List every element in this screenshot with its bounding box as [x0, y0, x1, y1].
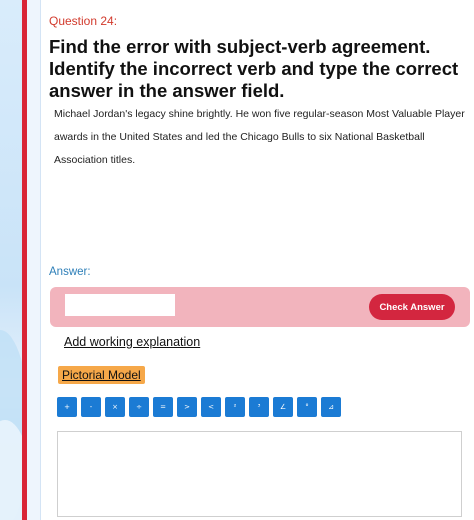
answer-panel: Check Answer	[50, 287, 470, 327]
side-margin	[27, 0, 41, 520]
answer-input[interactable]	[65, 294, 175, 316]
question-card: Question 24: Find the error with subject…	[42, 0, 474, 520]
squared-symbol-button[interactable]: ²	[225, 397, 245, 417]
angle-symbol-button[interactable]: ∠	[273, 397, 293, 417]
question-body: Michael Jordan's legacy shine brightly. …	[54, 108, 465, 166]
plus-symbol-button[interactable]: +	[57, 397, 77, 417]
question-number: Question 24:	[49, 14, 118, 28]
multiply-symbol-button[interactable]: ×	[105, 397, 125, 417]
decorative-side-background	[0, 0, 22, 520]
less-than-symbol-button[interactable]: <	[201, 397, 221, 417]
cubed-symbol-button[interactable]: ³	[249, 397, 269, 417]
divide-symbol-button[interactable]: ÷	[129, 397, 149, 417]
right-triangle-symbol-button[interactable]: ⊿	[321, 397, 341, 417]
pictorial-model-button[interactable]: Pictorial Model	[58, 366, 145, 384]
greater-than-symbol-button[interactable]: >	[177, 397, 197, 417]
answer-label: Answer:	[49, 266, 91, 278]
minus-symbol-button[interactable]: -	[81, 397, 101, 417]
add-working-explanation-link[interactable]: Add working explanation	[64, 335, 200, 349]
degree-symbol-button[interactable]: °	[297, 397, 317, 417]
equals-symbol-button[interactable]: =	[153, 397, 173, 417]
working-text-area[interactable]	[57, 431, 462, 517]
decorative-wave	[0, 420, 22, 520]
question-title: Find the error with subject-verb agreeme…	[49, 36, 459, 101]
check-answer-button[interactable]: Check Answer	[369, 294, 455, 320]
